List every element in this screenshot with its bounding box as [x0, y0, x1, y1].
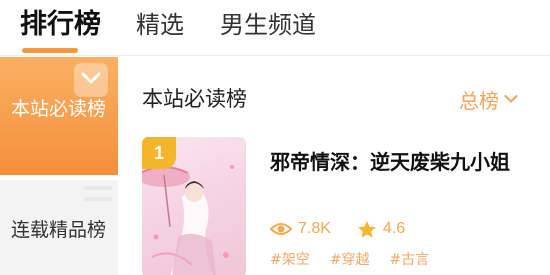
eye-icon	[270, 223, 292, 235]
top-tab-bar: 排行榜 精选 男生频道	[0, 0, 550, 56]
section-title: 本站必读榜	[142, 87, 247, 111]
sidebar-item-label: 本站必读榜	[11, 98, 107, 120]
ranking-sidebar: 本站必读榜 连载精品榜	[0, 57, 118, 275]
tag-chip[interactable]: #古言	[389, 249, 429, 269]
sidebar-item-serial-premium[interactable]: 连载精品榜	[0, 180, 118, 275]
sidebar-item-must-read[interactable]: 本站必读榜	[0, 57, 118, 175]
book-tags: #架空 #穿越 #古言	[270, 249, 449, 269]
chevron-down-icon	[504, 95, 518, 103]
views-stat: 7.8K	[270, 220, 331, 238]
tab-featured[interactable]: 精选	[136, 8, 184, 42]
views-count: 7.8K	[298, 220, 331, 237]
sidebar-item-label: 连载精品榜	[11, 219, 107, 241]
ranking-list-panel: 本站必读榜 总榜 1 邪帝情深：逆天废柴九小姐 7.8K 4.6 #架空 #穿越…	[118, 57, 550, 275]
rating-stat: 4.6	[357, 220, 405, 239]
book-stats: 7.8K 4.6	[270, 217, 431, 241]
book-title[interactable]: 邪帝情深：逆天废柴九小姐	[270, 147, 526, 177]
sort-dropdown-label: 总榜	[459, 88, 499, 113]
tab-ranking[interactable]: 排行榜	[20, 8, 101, 42]
book-cover[interactable]: 1	[142, 137, 246, 275]
sort-dropdown[interactable]: 总榜	[459, 84, 518, 114]
star-icon	[358, 220, 376, 238]
book-item[interactable]: 1 邪帝情深：逆天废柴九小姐 7.8K 4.6 #架空 #穿越 #古言	[142, 137, 542, 275]
chevron-down-icon	[74, 63, 108, 97]
active-tab-indicator	[22, 48, 78, 53]
menu-lines-icon	[84, 186, 112, 208]
rank-badge: 1	[142, 137, 176, 169]
tag-chip[interactable]: #穿越	[330, 249, 370, 269]
tab-male-channel[interactable]: 男生频道	[220, 8, 316, 42]
tag-chip[interactable]: #架空	[270, 249, 310, 269]
rating-value: 4.6	[382, 220, 406, 237]
